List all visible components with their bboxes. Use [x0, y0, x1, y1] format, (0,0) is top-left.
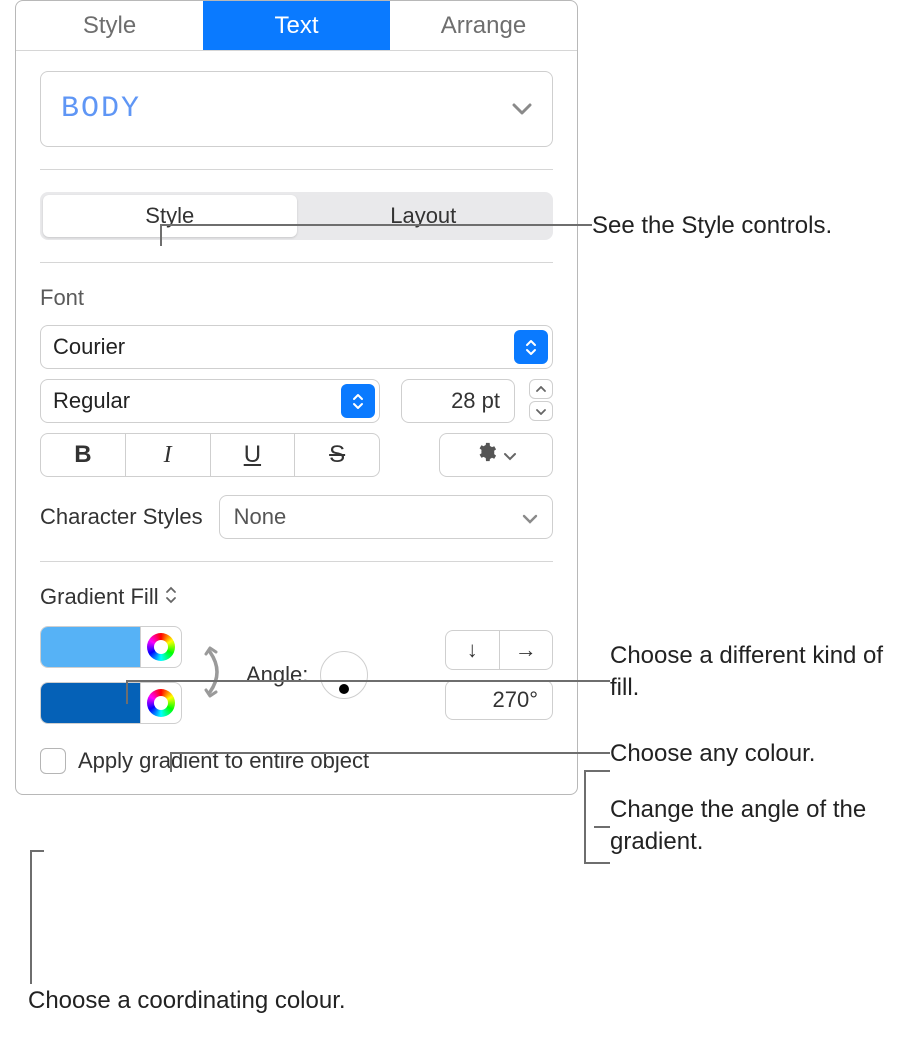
- advanced-options-button[interactable]: [439, 433, 553, 477]
- swap-colors-button[interactable]: [200, 646, 228, 704]
- chevron-down-icon: [522, 504, 538, 530]
- bold-button[interactable]: B: [41, 434, 126, 476]
- chevron-down-icon: [512, 98, 532, 121]
- subtab-style[interactable]: Style: [43, 195, 297, 237]
- bold-label: B: [74, 441, 91, 469]
- font-weight-select[interactable]: Regular: [40, 379, 380, 423]
- callout-line: [30, 850, 44, 852]
- callout-line: [170, 752, 610, 754]
- font-size-value: 28 pt: [451, 388, 500, 414]
- tab-label: Style: [83, 12, 136, 40]
- tab-arrange[interactable]: Arrange: [390, 1, 577, 50]
- fill-type-select[interactable]: Gradient Fill: [40, 584, 553, 610]
- angle-value: 270°: [492, 687, 538, 713]
- color-picker-button[interactable]: [141, 689, 181, 717]
- strikethrough-button[interactable]: S: [295, 434, 379, 476]
- paragraph-style-value: BODY: [61, 92, 141, 126]
- format-inspector-panel: Style Text Arrange BODY Style Layout Fon…: [15, 0, 578, 795]
- updown-chevron-icon: [514, 330, 548, 364]
- paragraph-style-select[interactable]: BODY: [40, 71, 553, 147]
- inspector-tabbar: Style Text Arrange: [16, 1, 577, 51]
- callout-line: [126, 680, 128, 704]
- italic-label: I: [164, 442, 172, 469]
- callout-line: [30, 850, 32, 984]
- subtab-layout[interactable]: Layout: [297, 195, 551, 237]
- font-heading: Font: [40, 285, 553, 311]
- character-styles-value: None: [234, 504, 287, 530]
- text-subtabs: Style Layout: [40, 192, 553, 240]
- callout-line: [170, 752, 172, 772]
- angle-dial[interactable]: [320, 651, 368, 699]
- callout-line: [160, 224, 162, 246]
- chevron-down-icon: [503, 444, 517, 467]
- color-swatch[interactable]: [41, 627, 141, 667]
- direction-down-button[interactable]: ↓: [446, 631, 500, 669]
- gear-icon: [475, 441, 497, 469]
- color-picker-button[interactable]: [141, 633, 181, 661]
- callout-any-colour: Choose any colour.: [610, 738, 815, 770]
- fill-type-value: Gradient Fill: [40, 584, 159, 610]
- tab-label: Text: [274, 12, 318, 40]
- apply-gradient-checkbox[interactable]: [40, 748, 66, 774]
- callout-line: [584, 770, 610, 772]
- gradient-color-2[interactable]: [40, 682, 182, 724]
- underline-button[interactable]: U: [211, 434, 296, 476]
- stepper-up[interactable]: [529, 379, 553, 399]
- callout-line: [594, 826, 610, 828]
- callout-line: [584, 770, 586, 864]
- text-style-group: B I U S: [40, 433, 380, 477]
- tab-style[interactable]: Style: [16, 1, 203, 50]
- strike-label: S: [329, 441, 345, 469]
- divider: [40, 561, 553, 562]
- underline-label: U: [244, 441, 261, 469]
- divider: [40, 262, 553, 263]
- direction-right-button[interactable]: →: [500, 631, 553, 669]
- callout-line: [160, 224, 592, 226]
- font-size-input[interactable]: 28 pt: [401, 379, 515, 423]
- font-family-value: Courier: [53, 334, 125, 360]
- arrow-down-icon: ↓: [467, 637, 478, 663]
- gradient-color-1[interactable]: [40, 626, 182, 668]
- gradient-direction-group: ↓ →: [445, 630, 553, 670]
- color-wheel-icon: [147, 633, 175, 661]
- italic-button[interactable]: I: [126, 434, 211, 476]
- tab-text[interactable]: Text: [203, 1, 390, 50]
- color-wheel-icon: [147, 689, 175, 717]
- angle-label: Angle:: [246, 662, 308, 688]
- tab-label: Arrange: [441, 12, 526, 40]
- font-weight-value: Regular: [53, 388, 130, 414]
- updown-chevron-icon: [341, 384, 375, 418]
- divider: [40, 169, 553, 170]
- angle-input[interactable]: 270°: [445, 680, 553, 720]
- updown-chevron-icon: [165, 584, 177, 610]
- callout-line: [584, 862, 610, 864]
- font-size-stepper: [529, 379, 553, 423]
- callout-fill-kind: Choose a different kind of fill.: [610, 640, 912, 705]
- character-styles-select[interactable]: None: [219, 495, 553, 539]
- callout-style-controls: See the Style controls.: [592, 210, 832, 242]
- stepper-down[interactable]: [529, 401, 553, 421]
- arrow-right-icon: →: [515, 637, 537, 663]
- callout-line: [126, 680, 610, 682]
- callout-angle-change: Change the angle of the gradient.: [610, 794, 912, 859]
- callout-coord-colour: Choose a coordinating colour.: [28, 985, 346, 1017]
- font-family-select[interactable]: Courier: [40, 325, 553, 369]
- character-styles-label: Character Styles: [40, 504, 203, 530]
